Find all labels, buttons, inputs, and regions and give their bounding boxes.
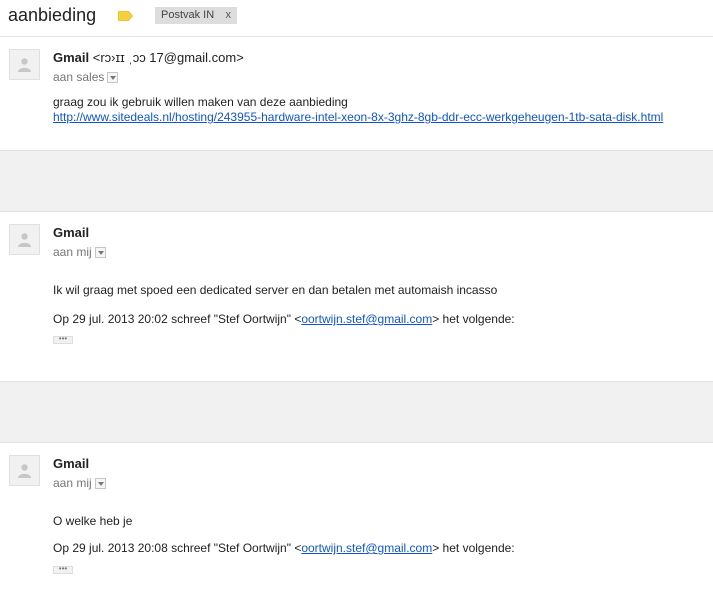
message-recipient: aan mij xyxy=(53,476,106,490)
importance-marker-icon[interactable] xyxy=(118,11,133,21)
collapsed-spacer xyxy=(0,381,713,443)
recipient-text: aan mij xyxy=(53,245,92,259)
thread-subject: aanbieding xyxy=(8,5,97,25)
details-dropdown-icon[interactable] xyxy=(94,247,106,258)
offer-link[interactable]: http://www.sitedeals.nl/hosting/243955-h… xyxy=(53,110,663,124)
message-sender[interactable]: Gmail xyxy=(53,456,89,471)
message-body-text: Ik wil graag met spoed een dedicated ser… xyxy=(53,283,498,297)
recipient-text: aan sales xyxy=(53,70,105,84)
avatar xyxy=(9,455,40,486)
message-recipient: aan sales xyxy=(53,70,119,84)
quote-prefix: Op 29 jul. 2013 20:02 schreef "Stef Oort… xyxy=(53,312,302,326)
details-dropdown-icon[interactable] xyxy=(107,72,119,83)
message-2[interactable]: Gmail aan mij Ik wil graag met spoed een… xyxy=(0,212,713,381)
default-avatar-icon xyxy=(18,464,31,478)
message-sender[interactable]: Gmail <rɔ›ɪɪ ˌɔɔ 17@gmail.com> xyxy=(53,50,244,65)
avatar xyxy=(9,224,40,255)
recipient-text: aan mij xyxy=(53,476,92,490)
collapsed-spacer xyxy=(0,150,713,212)
quoted-header: Op 29 jul. 2013 20:02 schreef "Stef Oort… xyxy=(53,312,515,326)
quote-prefix: Op 29 jul. 2013 20:08 schreef "Stef Oort… xyxy=(53,541,302,555)
sender-address: <rɔ›ɪɪ ˌɔɔ 17@gmail.com> xyxy=(92,50,244,65)
remove-label-button[interactable]: x xyxy=(226,9,232,21)
show-trimmed-content-button[interactable]: ••• xyxy=(53,565,73,574)
sender-name: Gmail xyxy=(53,50,90,65)
message-body-text: graag zou ik gebruik willen maken van de… xyxy=(53,95,348,109)
sender-name: Gmail xyxy=(53,225,90,240)
details-dropdown-icon[interactable] xyxy=(94,478,106,489)
quote-email-link[interactable]: oortwijn.stef@gmail.com xyxy=(301,312,432,326)
default-avatar-icon xyxy=(18,233,31,247)
message-body-text: O welke heb je xyxy=(53,514,133,528)
message-sender[interactable]: Gmail xyxy=(53,225,89,240)
message-body-link-line: http://www.sitedeals.nl/hosting/243955-h… xyxy=(53,110,663,124)
message-recipient: aan mij xyxy=(53,245,106,259)
message-1[interactable]: Gmail <rɔ›ɪɪ ˌɔɔ 17@gmail.com> aan sales… xyxy=(0,37,713,150)
quote-email-link[interactable]: oortwijn.stef@gmail.com xyxy=(301,541,432,555)
message-3[interactable]: Gmail aan mij O welke heb je Op 29 jul. … xyxy=(0,443,713,589)
default-avatar-icon xyxy=(18,58,31,72)
quote-suffix: > het volgende: xyxy=(432,541,515,555)
quoted-header: Op 29 jul. 2013 20:08 schreef "Stef Oort… xyxy=(53,541,515,555)
thread-header: aanbieding Postvak IN x xyxy=(0,0,713,37)
quote-suffix: > het volgende: xyxy=(432,312,515,326)
avatar xyxy=(9,49,40,80)
label-chip-text: Postvak IN xyxy=(161,9,215,21)
sender-name: Gmail xyxy=(53,456,90,471)
label-chip-inbox[interactable]: Postvak IN x xyxy=(155,7,237,24)
show-trimmed-content-button[interactable]: ••• xyxy=(53,335,73,344)
